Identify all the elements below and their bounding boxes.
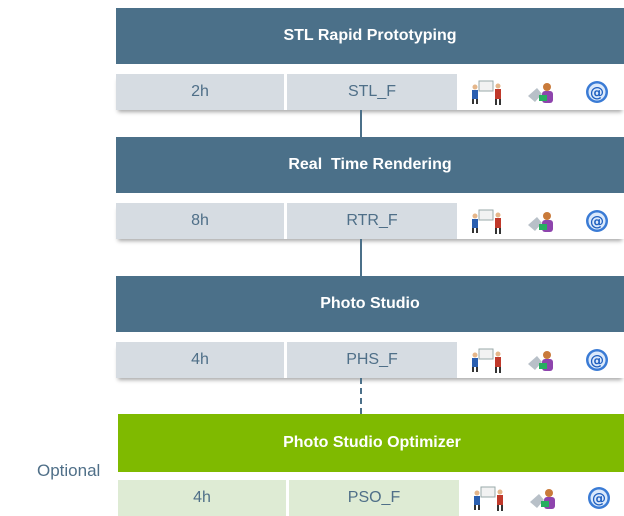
optional-connector-line <box>360 378 362 414</box>
course-code: RTR_F <box>287 203 457 239</box>
optional-label: Optional <box>37 461 101 480</box>
delivery-icons: @ <box>460 342 624 378</box>
course-code: PSO_F <box>289 480 459 516</box>
course-duration: 4h <box>116 342 284 378</box>
e-learning-icon: @ <box>585 81 608 103</box>
course-block-pso: Photo Studio Optimizer 4h PSO_F @ <box>118 414 624 516</box>
course-block-rtr: Real Time Rendering 8h RTR_F @ <box>116 137 624 239</box>
self-study-icon <box>527 212 553 232</box>
course-info-row: 4h PSO_F @ <box>118 480 624 516</box>
connector-line <box>360 239 362 276</box>
classroom-training-icon <box>472 348 502 373</box>
course-title: Photo Studio <box>116 276 624 332</box>
svg-text:@: @ <box>590 214 604 230</box>
connector-line <box>360 110 362 137</box>
classroom-training-icon <box>474 486 504 511</box>
delivery-icons: @ <box>462 480 624 516</box>
course-duration: 8h <box>116 203 284 239</box>
course-info-row: 2h STL_F @ <box>116 74 624 110</box>
e-learning-icon: @ <box>587 487 610 509</box>
classroom-training-icon <box>472 80 502 105</box>
course-title: STL Rapid Prototyping <box>116 8 624 64</box>
course-block-phs: Photo Studio 4h PHS_F @ <box>116 276 624 378</box>
course-block-stl: STL Rapid Prototyping 2h STL_F @ <box>116 8 624 110</box>
svg-text:@: @ <box>590 85 604 101</box>
course-code: PHS_F <box>287 342 457 378</box>
course-duration: 4h <box>118 480 286 516</box>
svg-text:@: @ <box>592 491 606 507</box>
self-study-icon <box>529 489 555 509</box>
classroom-training-icon <box>472 209 502 234</box>
course-info-row: 8h RTR_F @ <box>116 203 624 239</box>
e-learning-icon: @ <box>585 349 608 371</box>
delivery-icons: @ <box>460 203 624 239</box>
svg-text:@: @ <box>590 353 604 369</box>
e-learning-icon: @ <box>585 210 608 232</box>
self-study-icon <box>527 351 553 371</box>
delivery-icons: @ <box>460 74 624 110</box>
course-duration: 2h <box>116 74 284 110</box>
self-study-icon <box>527 83 553 103</box>
course-title: Real Time Rendering <box>116 137 624 193</box>
course-title: Photo Studio Optimizer <box>118 414 624 472</box>
course-info-row: 4h PHS_F @ <box>116 342 624 378</box>
course-code: STL_F <box>287 74 457 110</box>
